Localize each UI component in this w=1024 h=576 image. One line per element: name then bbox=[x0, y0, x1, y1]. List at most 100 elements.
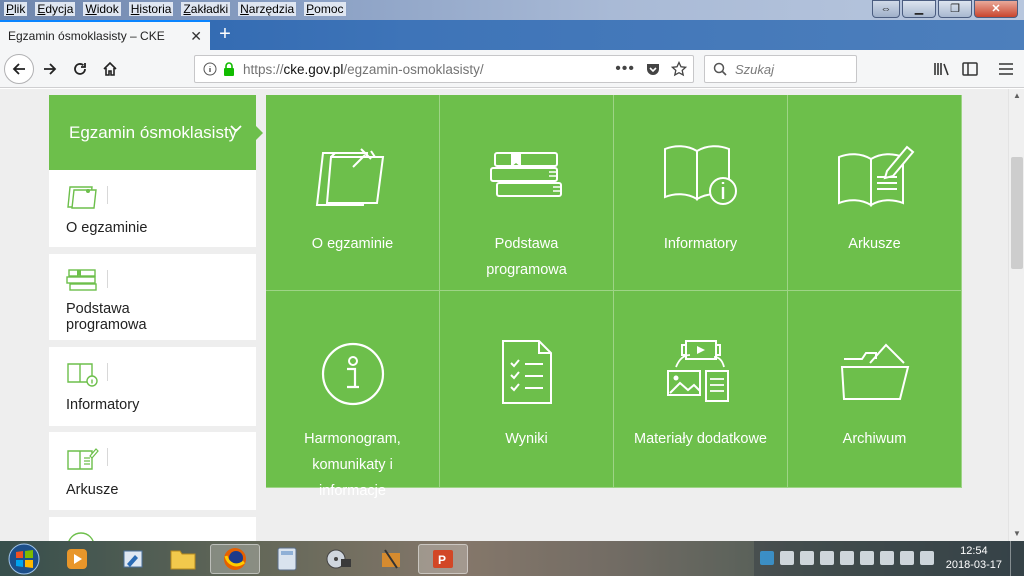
pocket-icon[interactable] bbox=[645, 61, 661, 77]
close-window-button[interactable]: ✕ bbox=[974, 0, 1018, 18]
tray-security-icon[interactable] bbox=[860, 551, 874, 565]
sidebar-item-podstawa[interactable]: Podstawa programowa bbox=[49, 254, 256, 340]
page-scrollbar[interactable]: ▲ ▼ bbox=[1008, 89, 1024, 541]
tab-egzamin[interactable]: Egzamin ósmoklasisty – CKE ✕ bbox=[0, 20, 210, 50]
search-input[interactable]: Szukaj bbox=[704, 55, 857, 83]
menu-zakladki[interactable]: Zakładki bbox=[181, 2, 231, 16]
taskbar-tool[interactable] bbox=[366, 544, 416, 574]
taskbar-video[interactable] bbox=[314, 544, 364, 574]
notes-pin-icon bbox=[67, 186, 97, 209]
menu-widok[interactable]: Widok bbox=[83, 2, 121, 16]
reload-button[interactable] bbox=[66, 56, 94, 82]
taskbar-media-player[interactable] bbox=[52, 544, 102, 574]
tab-close-icon[interactable]: ✕ bbox=[190, 28, 202, 45]
tile-informatory[interactable]: Informatory bbox=[614, 95, 788, 291]
tray-volume-icon[interactable] bbox=[920, 551, 934, 565]
svg-text:P: P bbox=[438, 553, 446, 567]
arrow-left-icon bbox=[12, 63, 25, 75]
forward-button[interactable] bbox=[36, 56, 64, 82]
taskbar-powerpoint[interactable]: P bbox=[418, 544, 468, 574]
clock-time: 12:54 bbox=[960, 545, 988, 557]
tile-materialy[interactable]: Materiały dodatkowe bbox=[614, 291, 788, 488]
tile-archiwum[interactable]: Archiwum bbox=[788, 291, 962, 488]
home-button[interactable] bbox=[96, 56, 124, 82]
tile-wyniki[interactable]: Wyniki bbox=[440, 291, 614, 488]
paint-icon bbox=[123, 550, 143, 568]
sidebar-separator bbox=[107, 448, 108, 466]
book-info-icon bbox=[67, 363, 98, 387]
media-player-icon bbox=[67, 549, 87, 569]
taskbar-calculator[interactable] bbox=[262, 544, 312, 574]
navigation-toolbar: https://cke.gov.pl/egzamin-osmoklasisty/… bbox=[0, 50, 1024, 88]
bookmark-star-icon[interactable] bbox=[671, 61, 687, 77]
tile-label: Wyniki bbox=[505, 431, 548, 447]
tile-harmonogram[interactable]: Harmonogram, komunikaty i informacje bbox=[266, 291, 440, 499]
sidebar-separator bbox=[107, 186, 108, 204]
scroll-down-arrow-icon[interactable]: ▼ bbox=[1009, 527, 1024, 541]
calculator-icon bbox=[277, 547, 297, 571]
folder-open-icon bbox=[840, 343, 909, 400]
tile-label: Podstawa programowa bbox=[486, 236, 567, 278]
app-menu-button[interactable] bbox=[992, 56, 1020, 82]
menu-historia[interactable]: Historia bbox=[128, 2, 174, 16]
tile-arkusze[interactable]: Arkusze bbox=[788, 95, 962, 291]
system-tray: 12:54 2018-03-17 bbox=[754, 541, 1024, 576]
info-icon[interactable] bbox=[203, 62, 217, 76]
media-files-icon bbox=[666, 340, 729, 402]
sidebar-separator bbox=[107, 363, 108, 381]
tray-network-icon[interactable] bbox=[780, 551, 794, 565]
sidebar-item-informatory[interactable]: Informatory bbox=[49, 347, 256, 426]
tray-pen-icon[interactable] bbox=[800, 551, 814, 565]
page-actions-icon[interactable]: ••• bbox=[615, 60, 635, 78]
maximize-button[interactable]: ❐ bbox=[938, 0, 972, 18]
library-button[interactable] bbox=[928, 56, 956, 82]
search-icon bbox=[713, 62, 727, 76]
tray-chat-icon[interactable] bbox=[820, 551, 834, 565]
page-content: Egzamin ósmoklasisty O egzaminie Podstaw… bbox=[0, 89, 1008, 541]
sidebar-header-title: Egzamin ósmoklasisty bbox=[69, 122, 238, 142]
minimize-button[interactable]: ▁ bbox=[902, 0, 936, 18]
new-tab-button[interactable]: + bbox=[214, 24, 236, 46]
tile-podstawa-programowa[interactable]: Podstawa programowa bbox=[440, 95, 614, 291]
chevron-down-icon bbox=[230, 125, 242, 133]
back-button[interactable] bbox=[4, 54, 34, 84]
scroll-thumb[interactable] bbox=[1011, 157, 1023, 269]
tray-battery-icon[interactable] bbox=[900, 551, 914, 565]
sidebar-item-label: Podstawa programowa bbox=[66, 301, 147, 333]
books-icon bbox=[489, 152, 562, 197]
taskbar-firefox[interactable] bbox=[210, 544, 260, 574]
menu-narzedzia[interactable]: Narzędzia bbox=[238, 2, 297, 16]
tray-display-icon[interactable] bbox=[840, 551, 854, 565]
menu-plik[interactable]: Plik bbox=[4, 2, 28, 16]
menu-edycja[interactable]: Edycja bbox=[35, 2, 76, 16]
tile-label: Arkusze bbox=[848, 236, 901, 252]
book-pen-icon bbox=[837, 145, 914, 207]
show-desktop-button[interactable] bbox=[1010, 541, 1024, 576]
reload-icon bbox=[74, 63, 86, 75]
resize-arrows-icon[interactable]: ⇔ bbox=[872, 0, 900, 18]
window-controls: ⇔ ▁ ❐ ✕ bbox=[872, 0, 1018, 18]
taskbar-paint[interactable] bbox=[108, 544, 158, 574]
sidebar-item-o-egzaminie[interactable]: O egzaminie bbox=[49, 170, 256, 247]
start-button[interactable] bbox=[4, 542, 44, 576]
search-placeholder: Szukaj bbox=[735, 61, 775, 77]
sidebar-item-arkusze[interactable]: Arkusze bbox=[49, 432, 256, 510]
sidebar-pointer bbox=[256, 126, 263, 140]
scroll-up-arrow-icon[interactable]: ▲ bbox=[1009, 89, 1024, 103]
tray-signal-icon[interactable] bbox=[880, 551, 894, 565]
sidebar-toggle-button[interactable] bbox=[956, 56, 984, 82]
menu-pomoc[interactable]: Pomoc bbox=[304, 2, 346, 16]
address-bar[interactable]: https://cke.gov.pl/egzamin-osmoklasisty/… bbox=[194, 55, 694, 83]
system-clock[interactable]: 12:54 2018-03-17 bbox=[946, 544, 1002, 572]
tile-o-egzaminie[interactable]: O egzaminie bbox=[266, 95, 440, 291]
tray-ie-icon[interactable] bbox=[760, 551, 774, 565]
sidebar-header[interactable]: Egzamin ósmoklasisty bbox=[49, 95, 263, 170]
url-host: cke.gov.pl bbox=[283, 61, 344, 77]
taskbar-explorer[interactable] bbox=[158, 544, 208, 574]
info-circle-icon bbox=[321, 342, 384, 406]
category-grid: O egzaminie Podstawa programowa Informat… bbox=[266, 95, 962, 499]
powerpoint-icon: P bbox=[433, 550, 453, 568]
sidebar-item-partial[interactable] bbox=[49, 517, 256, 541]
lock-icon[interactable] bbox=[223, 62, 235, 76]
windows-logo-icon bbox=[8, 543, 40, 575]
